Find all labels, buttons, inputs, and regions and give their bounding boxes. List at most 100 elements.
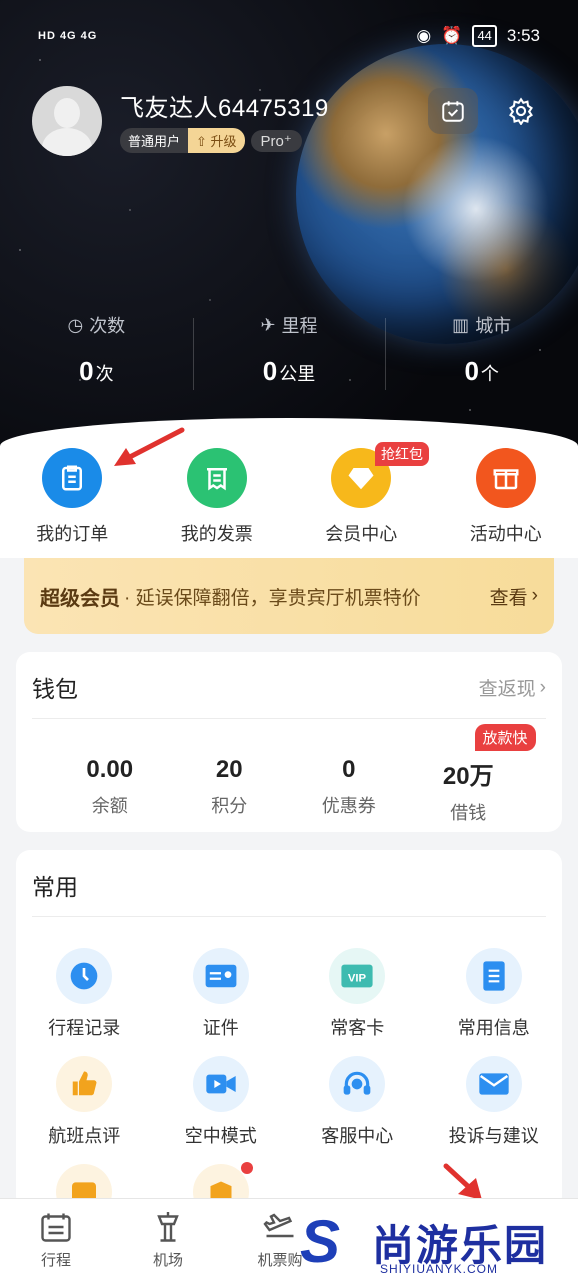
stat-unit: 个 bbox=[480, 364, 499, 384]
vip-view-link[interactable]: 查看 › bbox=[490, 583, 538, 610]
upgrade-badge[interactable]: ⇧ 升级 bbox=[188, 128, 245, 153]
document-icon bbox=[465, 948, 522, 1004]
red-arrow-annotation bbox=[114, 427, 185, 466]
plane-ticket-icon bbox=[263, 1213, 294, 1238]
watermark-logo: S 尚游乐园 SHIYIUANYK.COM bbox=[300, 1208, 578, 1278]
signal-indicator: HD 4G 4G bbox=[38, 30, 98, 42]
stat-label: 城市 bbox=[475, 316, 512, 336]
eye-icon: ◉ bbox=[416, 26, 432, 45]
stat-label: 里程 bbox=[281, 316, 318, 336]
video-icon bbox=[192, 1056, 249, 1112]
flight-review-button[interactable]: 航班点评 bbox=[16, 1056, 153, 1148]
user-badges: 普通用户 ⇧ 升级 Pro⁺ bbox=[120, 128, 302, 153]
clock-time: 3:53 bbox=[506, 26, 540, 45]
avatar[interactable] bbox=[32, 86, 102, 156]
wallet-card: 钱包 查返现 › 0.00 余额 20 积分 0 优惠券 放款快 20万 借钱 bbox=[16, 652, 562, 832]
tab-itinerary[interactable]: 行程 bbox=[0, 1199, 112, 1278]
wallet-loan[interactable]: 放款快 20万 借钱 bbox=[409, 724, 536, 825]
red-packet-tag: 抢红包 bbox=[375, 442, 429, 466]
wallet-value: 0 bbox=[342, 756, 356, 783]
common-card: 常用 行程记录 证件 VIP 常客卡 常用信息 航班点评 空中模式 客服中心 投… bbox=[16, 850, 563, 1220]
grid-label: 常用信息 bbox=[457, 1018, 530, 1038]
quick-label: 我的发票 bbox=[180, 524, 253, 544]
stat-cities[interactable]: ▥ 城市 0个 bbox=[385, 312, 578, 390]
super-member-banner[interactable]: 超级会员 · 延误保障翻倍，享贵宾厅机票特价 查看 › bbox=[24, 558, 554, 634]
clock-icon: ◷ bbox=[67, 314, 84, 335]
cashback-link[interactable]: 查返现 › bbox=[479, 674, 546, 701]
travel-stats: ◷ 次数 0次 ✈ 里程 0 公里 ▥ 城市 0个 bbox=[0, 312, 578, 390]
watermark-s-logo: S bbox=[300, 1208, 341, 1275]
profile-header: HD 4G 4G ◉ ⏰ 44 3:53 飞友达人64475319 普通用户 ⇧… bbox=[0, 0, 578, 470]
chevron-right-icon: › bbox=[539, 676, 546, 698]
airplane-mode-button[interactable]: 空中模式 bbox=[153, 1056, 290, 1148]
tab-airport[interactable]: 机场 bbox=[112, 1199, 224, 1278]
stat-unit: 次 bbox=[95, 364, 114, 384]
tab-label: 行程 bbox=[40, 1252, 71, 1269]
headset-icon bbox=[329, 1056, 386, 1112]
stat-label: 次数 bbox=[89, 316, 126, 336]
quick-actions: 我的订单 我的发票 抢红包 会员中心 活动中心 bbox=[0, 442, 578, 546]
battery-icon: 44 bbox=[472, 25, 497, 47]
cashback-label: 查返现 bbox=[478, 679, 536, 700]
gear-icon[interactable] bbox=[496, 88, 546, 134]
wallet-value: 20 bbox=[215, 756, 243, 783]
vip-description: · 延误保障翻倍，享贵宾厅机票特价 bbox=[124, 587, 421, 609]
common-title: 常用 bbox=[32, 874, 78, 900]
grid-label: 常客卡 bbox=[330, 1018, 385, 1038]
common-info-button[interactable]: 常用信息 bbox=[426, 948, 563, 1040]
grid-label: 行程记录 bbox=[48, 1018, 121, 1038]
gift-icon bbox=[475, 448, 536, 508]
username: 飞友达人64475319 bbox=[120, 95, 329, 122]
divider bbox=[32, 916, 546, 917]
quick-label: 活动中心 bbox=[469, 524, 542, 544]
building-icon: ▥ bbox=[452, 314, 470, 335]
tab-label: 机票购 bbox=[257, 1252, 303, 1269]
grid-label: 空中模式 bbox=[184, 1126, 257, 1146]
vip-title: 超级会员 bbox=[40, 587, 120, 610]
wallet-label: 余额 bbox=[91, 796, 128, 816]
wallet-value: 0.00 bbox=[86, 756, 134, 783]
activity-center-button[interactable]: 活动中心 bbox=[434, 448, 578, 546]
stat-mileage[interactable]: ✈ 里程 0 公里 bbox=[192, 312, 386, 390]
documents-button[interactable]: 证件 bbox=[153, 948, 290, 1040]
wallet-coupons[interactable]: 0 优惠券 bbox=[289, 756, 409, 825]
wallet-title: 钱包 bbox=[32, 676, 78, 702]
customer-service-button[interactable]: 客服中心 bbox=[289, 1056, 426, 1148]
receipt-icon bbox=[186, 448, 247, 508]
quick-label: 会员中心 bbox=[325, 524, 398, 544]
stat-trips[interactable]: ◷ 次数 0次 bbox=[0, 312, 193, 387]
membership-badge[interactable]: 普通用户 ⇧ 升级 bbox=[120, 128, 245, 153]
divider bbox=[32, 718, 546, 719]
watermark-url: SHIYIUANYK.COM bbox=[380, 1262, 499, 1276]
svg-text:VIP: VIP bbox=[348, 973, 367, 985]
clipboard-icon bbox=[42, 448, 103, 508]
calendar-icon[interactable] bbox=[428, 88, 478, 134]
feedback-button[interactable]: 投诉与建议 bbox=[426, 1056, 563, 1148]
badge-user-level: 普通用户 bbox=[120, 128, 189, 153]
wallet-value: 20万 bbox=[442, 763, 494, 790]
grid-label: 投诉与建议 bbox=[448, 1126, 539, 1146]
member-center-button[interactable]: 抢红包 会员中心 bbox=[289, 442, 434, 546]
stat-value: 0 bbox=[79, 356, 94, 386]
clock-icon bbox=[56, 948, 113, 1004]
wallet-balance[interactable]: 0.00 余额 bbox=[50, 756, 170, 825]
trip-records-button[interactable]: 行程记录 bbox=[16, 948, 153, 1040]
wallet-points[interactable]: 20 积分 bbox=[170, 756, 290, 825]
grid-label: 客服中心 bbox=[321, 1126, 394, 1146]
stat-value: 0 bbox=[262, 356, 278, 386]
plane-icon: ✈ bbox=[260, 314, 276, 335]
id-card-icon bbox=[192, 948, 249, 1004]
calendar-icon bbox=[41, 1213, 71, 1242]
grid-label: 证件 bbox=[202, 1018, 239, 1038]
vip-action-label: 查看 bbox=[489, 587, 528, 609]
wallet-label: 借钱 bbox=[450, 803, 487, 823]
control-tower-icon bbox=[157, 1212, 179, 1242]
quick-label: 我的订单 bbox=[36, 524, 109, 544]
wallet-label: 积分 bbox=[211, 796, 248, 816]
status-bar: HD 4G 4G ◉ ⏰ 44 3:53 bbox=[38, 18, 540, 54]
tab-label: 机场 bbox=[152, 1252, 183, 1269]
frequent-flyer-card-button[interactable]: VIP 常客卡 bbox=[289, 948, 426, 1040]
pro-badge[interactable]: Pro⁺ bbox=[250, 129, 302, 152]
stat-value: 0 bbox=[464, 356, 479, 386]
red-arrow-annotation bbox=[443, 1163, 482, 1200]
